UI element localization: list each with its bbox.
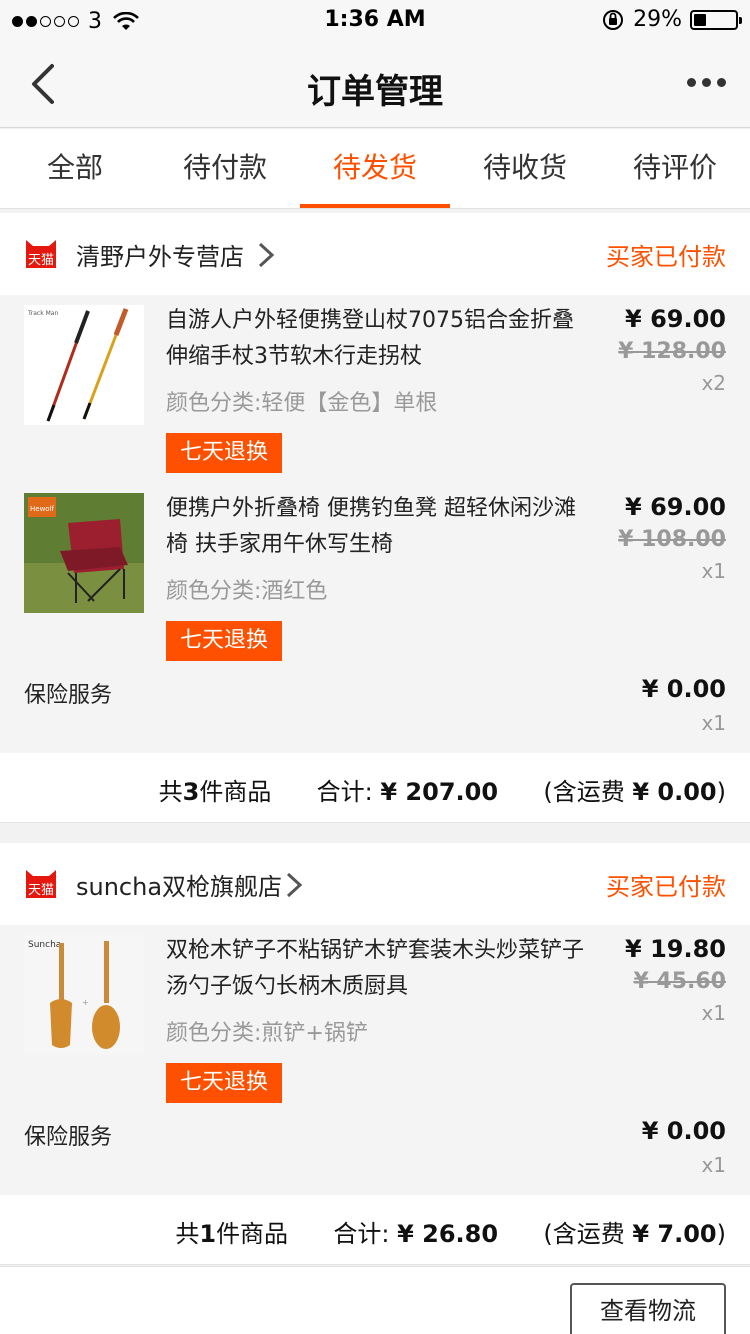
battery-icon xyxy=(690,9,742,30)
summary-shipping-suffix: ) xyxy=(716,778,726,806)
order-actions: 查看物流 xyxy=(0,1266,750,1334)
shop-header[interactable]: 天猫 suncha双枪旗舰店 买家已付款 xyxy=(0,843,750,925)
summary-total-label: 合计: xyxy=(333,1220,390,1248)
seven-day-return-badge: 七天退换 xyxy=(166,621,282,661)
chevron-right-icon xyxy=(286,872,303,898)
summary-shipping-prefix: (含运费 xyxy=(543,778,625,806)
status-bar: 3 1:36 AM 29% xyxy=(0,0,750,40)
item-quantity: x1 xyxy=(701,1001,726,1025)
insurance-service-row: 保险服务 ¥ 0.00 x1 xyxy=(0,1113,750,1195)
product-sku: 颜色分类:煎铲+锅铲 xyxy=(166,1021,368,1046)
thumb-brand-text: Track Man xyxy=(27,310,58,317)
summary-count-suffix: 件商品 xyxy=(216,1220,289,1248)
summary-count-prefix: 共 xyxy=(158,778,183,806)
order-summary: 共1件商品 合计: ¥ 26.80 (含运费 ¥ 7.00) xyxy=(0,1195,750,1265)
summary-total: ¥ 207.00 xyxy=(380,778,499,806)
insurance-quantity: x1 xyxy=(701,711,726,735)
seven-day-return-badge: 七天退换 xyxy=(166,1063,282,1103)
order-status-text: 买家已付款 xyxy=(606,243,726,271)
summary-total: ¥ 26.80 xyxy=(397,1220,499,1248)
summary-shipping-suffix: ) xyxy=(716,1220,726,1248)
product-title[interactable]: 双枪木铲子不粘锅铲木铲套装木头炒菜铲子汤勺子饭勺长柄木质厨具 xyxy=(166,933,586,1005)
shop-name[interactable]: suncha双枪旗舰店 xyxy=(76,867,282,902)
thumb-brand-text: Suncha xyxy=(28,940,61,950)
summary-shipping: ¥ 7.00 xyxy=(632,1220,717,1248)
summary-total-label: 合计: xyxy=(316,778,373,806)
summary-count-suffix: 件商品 xyxy=(199,778,272,806)
order-item[interactable]: Hewolf 便携户外折叠椅 便携钓鱼凳 超轻休闲沙滩椅 扶手家用午休写生椅 颜… xyxy=(0,483,750,671)
summary-shipping: ¥ 0.00 xyxy=(632,778,717,806)
chevron-right-icon xyxy=(258,242,275,268)
summary-count: 1 xyxy=(199,1220,217,1248)
product-title[interactable]: 自游人户外轻便携登山杖7075铝合金折叠伸缩手杖3节软木行走拐杖 xyxy=(166,303,586,375)
thumb-brand-text: Hewolf xyxy=(30,505,55,513)
product-image[interactable]: Track Man xyxy=(24,305,144,425)
order-status-text: 买家已付款 xyxy=(606,873,726,901)
tmall-logo-text: 天猫 xyxy=(28,253,54,268)
order-card: 天猫 suncha双枪旗舰店 买家已付款 Suncha + 双枪木铲子不粘锅铲木… xyxy=(0,843,750,1265)
goods-list: Suncha + 双枪木铲子不粘锅铲木铲套装木头炒菜铲子汤勺子饭勺长柄木质厨具 … xyxy=(0,925,750,1195)
product-title[interactable]: 便携户外折叠椅 便携钓鱼凳 超轻休闲沙滩椅 扶手家用午休写生椅 xyxy=(166,491,586,563)
insurance-price: ¥ 0.00 xyxy=(641,675,726,703)
tab-1[interactable]: 待付款 xyxy=(150,129,300,208)
order-summary: 共3件商品 合计: ¥ 207.00 (含运费 ¥ 0.00) xyxy=(0,753,750,823)
product-sku: 颜色分类:酒红色 xyxy=(166,579,328,604)
insurance-label: 保险服务 xyxy=(24,1125,113,1150)
tmall-logo-icon: 天猫 xyxy=(26,870,56,898)
item-quantity: x1 xyxy=(701,559,726,583)
product-image[interactable]: Suncha + xyxy=(24,935,144,1055)
more-menu-icon[interactable] xyxy=(687,78,726,87)
item-price: ¥ 19.80 xyxy=(625,935,726,963)
navigation-bar: 订单管理 xyxy=(0,40,750,128)
goods-list: Track Man 自游人户外轻便携登山杖7075铝合金折叠伸缩手杖3节软木行走… xyxy=(0,295,750,753)
product-image[interactable]: Hewolf xyxy=(24,493,144,613)
rotation-lock-icon xyxy=(603,9,624,30)
item-original-price: ¥ 45.60 xyxy=(633,969,726,994)
svg-text:+: + xyxy=(82,998,89,1007)
item-original-price: ¥ 108.00 xyxy=(618,527,726,552)
view-logistics-button[interactable]: 查看物流 xyxy=(570,1283,726,1334)
order-card: 天猫 清野户外专营店 买家已付款 Track Man 自游人户外轻便携登山杖70… xyxy=(0,213,750,823)
summary-shipping-prefix: (含运费 xyxy=(543,1220,625,1248)
summary-count-prefix: 共 xyxy=(175,1220,200,1248)
insurance-label: 保险服务 xyxy=(24,683,113,708)
order-status-tabs: 全部 待付款 待发货 待收货 待评价 xyxy=(0,129,750,209)
item-original-price: ¥ 128.00 xyxy=(618,339,726,364)
tab-2[interactable]: 待发货 xyxy=(300,129,450,208)
insurance-service-row: 保险服务 ¥ 0.00 x1 xyxy=(0,671,750,753)
insurance-quantity: x1 xyxy=(701,1153,726,1177)
tab-3[interactable]: 待收货 xyxy=(450,129,600,208)
summary-count: 3 xyxy=(182,778,200,806)
order-item[interactable]: Track Man 自游人户外轻便携登山杖7075铝合金折叠伸缩手杖3节软木行走… xyxy=(0,295,750,483)
seven-day-return-badge: 七天退换 xyxy=(166,433,282,473)
page-title: 订单管理 xyxy=(307,72,443,112)
battery-percent: 29% xyxy=(633,7,682,32)
tmall-logo-icon: 天猫 xyxy=(26,240,56,268)
item-quantity: x2 xyxy=(701,371,726,395)
order-item[interactable]: Suncha + 双枪木铲子不粘锅铲木铲套装木头炒菜铲子汤勺子饭勺长柄木质厨具 … xyxy=(0,925,750,1113)
product-sku: 颜色分类:轻便【金色】单根 xyxy=(166,391,438,416)
insurance-price: ¥ 0.00 xyxy=(641,1117,726,1145)
item-price: ¥ 69.00 xyxy=(625,493,726,521)
tab-0[interactable]: 全部 xyxy=(0,129,150,208)
tmall-logo-text: 天猫 xyxy=(28,883,54,898)
shop-name[interactable]: 清野户外专营店 xyxy=(76,237,244,272)
shop-header[interactable]: 天猫 清野户外专营店 买家已付款 xyxy=(0,213,750,295)
item-price: ¥ 69.00 xyxy=(625,305,726,333)
tab-4[interactable]: 待评价 xyxy=(600,129,750,208)
